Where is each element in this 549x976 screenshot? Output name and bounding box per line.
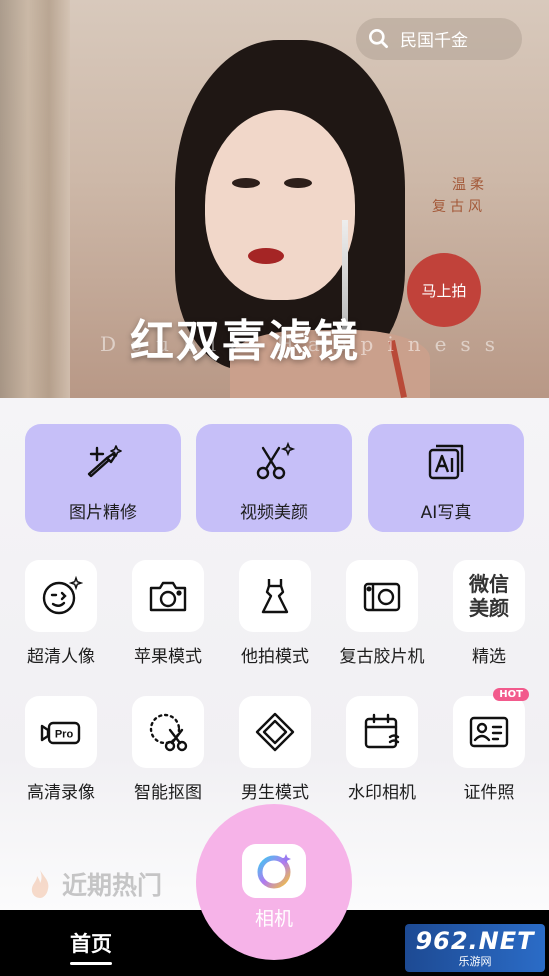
ai-portrait-icon [428,444,464,480]
tool-hd-video[interactable]: Pro 高清录像 [13,696,109,803]
site-watermark-logo: 962.NET 乐游网 [405,924,545,972]
tool-watermark-camera-label: 水印相机 [348,783,416,803]
photo-retouch-label: 图片精修 [69,503,137,523]
tool-id-photo[interactable]: HOT 证件照 [441,688,537,803]
id-card-icon [469,716,509,748]
tool-watermark-camera-tile [346,696,418,768]
smart-cutout-icon [149,713,188,752]
watermark-line1: 962.NET [415,927,535,955]
dress-icon [261,579,289,614]
tool-apple-mode-label: 苹果模式 [134,647,202,667]
banner-title: 红双喜滤镜 [130,316,360,367]
camera-lens-icon [257,854,291,889]
weixin-beauty-text-1: 微信 [469,572,509,596]
weixin-beauty-text-2: 美颜 [469,596,509,620]
banner-model-face [205,110,355,300]
makeup-brush-icon [87,445,122,478]
flame-icon [31,870,49,898]
camera-button-tile [242,844,306,898]
scissors-sparkle-icon [256,441,296,480]
tool-featured[interactable]: 微信 美颜 精选 [441,560,537,667]
tool-retro-film-tile [346,560,418,632]
ai-portrait-card[interactable]: AI写真 [368,424,524,532]
wink-face-icon [42,575,83,615]
banner-side-line2: 复古风 [432,199,486,215]
tool-hd-video-tile: Pro [25,696,97,768]
pro-video-icon: Pro [40,721,81,745]
tool-male-mode[interactable]: 男生模式 [227,696,323,803]
tool-hd-portrait-tile [25,560,97,632]
search-query: 民国千金 [400,30,468,51]
search-icon [369,29,388,48]
tool-hd-video-label: 高清录像 [27,783,95,803]
banner-side-line1: 温柔 [452,177,488,193]
section-title: 近期热门 [62,871,163,900]
tool-male-mode-label: 男生模式 [241,783,309,803]
tool-hd-portrait-label: 超清人像 [27,647,95,667]
banner-model-eye [284,178,312,188]
tool-id-photo-label: 证件照 [463,783,515,803]
banner-side-text: 温柔 复古风 [432,174,488,218]
photo-retouch-card[interactable]: 图片精修 [25,424,181,532]
tool-smart-cutout-tile [132,696,204,768]
weixin-beauty-icon: 微信 美颜 [453,560,525,632]
tool-other-shoot[interactable]: 他拍模式 [227,560,323,667]
tool-featured-label: 精选 [472,647,506,667]
camera-button-label: 相机 [254,908,293,930]
film-camera-icon [363,582,401,612]
tool-smart-cutout-label: 智能抠图 [134,783,202,803]
tool-other-shoot-label: 他拍模式 [241,647,309,667]
banner-model-eye [232,178,260,188]
diamond-icon [255,712,295,752]
tool-id-photo-tile: HOT [453,688,529,768]
tool-hd-portrait[interactable]: 超清人像 [13,560,109,667]
tool-retro-film[interactable]: 复古胶片机 [334,560,430,667]
tool-other-shoot-tile [239,560,311,632]
video-beauty-card[interactable]: 视频美颜 [196,424,352,532]
watermark-line2: 乐游网 [458,955,492,968]
tab-home-indicator [70,962,112,965]
tool-male-mode-tile [239,696,311,768]
banner-model-lips [248,248,284,264]
camera-icon [149,581,187,612]
ai-portrait-label: AI写真 [420,503,472,523]
tool-retro-film-label: 复古胶片机 [339,647,425,667]
tool-watermark-camera[interactable]: 水印相机 [334,696,430,803]
shoot-now-badge[interactable]: 马上拍 [407,253,481,327]
calendar-watermark-icon [364,713,400,749]
tab-home[interactable]: 首页 [70,928,112,958]
tool-apple-mode-tile [132,560,204,632]
camera-button[interactable]: 相机 [196,804,352,960]
search-bar[interactable]: 民国千金 [356,18,522,60]
hot-badge: HOT [493,688,529,701]
section-heading: 近期热门 [28,866,162,902]
banner-curtain [0,0,70,398]
tool-smart-cutout[interactable]: 智能抠图 [120,696,216,803]
tool-apple-mode[interactable]: 苹果模式 [120,560,216,667]
pro-badge-text: Pro [55,729,74,741]
video-beauty-label: 视频美颜 [240,503,308,523]
